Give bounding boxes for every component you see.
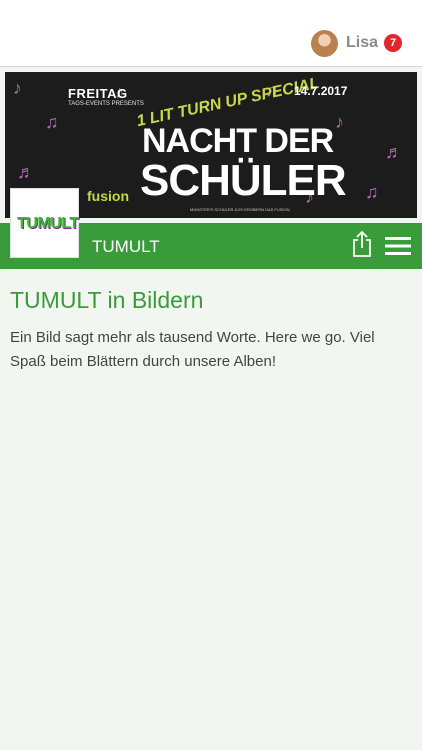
user-name[interactable]: Lisa [346,34,378,52]
banner-date: 14.7.2017 [294,84,348,98]
banner-day: FREITAG [68,86,128,101]
top-bar: Lisa 7 [0,0,422,67]
hamburger-menu-icon[interactable] [385,236,411,256]
page-title: TUMULT in Bildern [10,287,204,313]
banner-venue: fusion [87,188,129,204]
banner-subtitle: MÜNSTER'S SCHÜLER-DJ'S EROBERN DAS FUSIO… [190,207,290,212]
banner-presenter: TAGS-EVENTS PRESENTS [68,101,144,107]
music-note-icon: ♪ [13,78,22,98]
page-description: Ein Bild sagt mehr als tausend Worte. He… [10,329,375,370]
club-name: TUMULT [92,237,160,256]
music-note-icon: ♪ [335,112,344,132]
music-note-icon: ♬ [385,142,403,162]
share-icon[interactable] [351,230,373,258]
music-note-icon: ♫ [365,182,379,202]
club-logo[interactable]: TUMULT [10,188,79,258]
avatar[interactable] [311,30,338,57]
music-note-icon: ♫ [45,112,59,132]
notification-badge[interactable]: 7 [384,34,402,52]
music-note-icon: ♬ [17,162,35,182]
club-logo-text: TUMULT [17,215,79,232]
banner-title-line2: SCHÜLER [140,156,347,205]
